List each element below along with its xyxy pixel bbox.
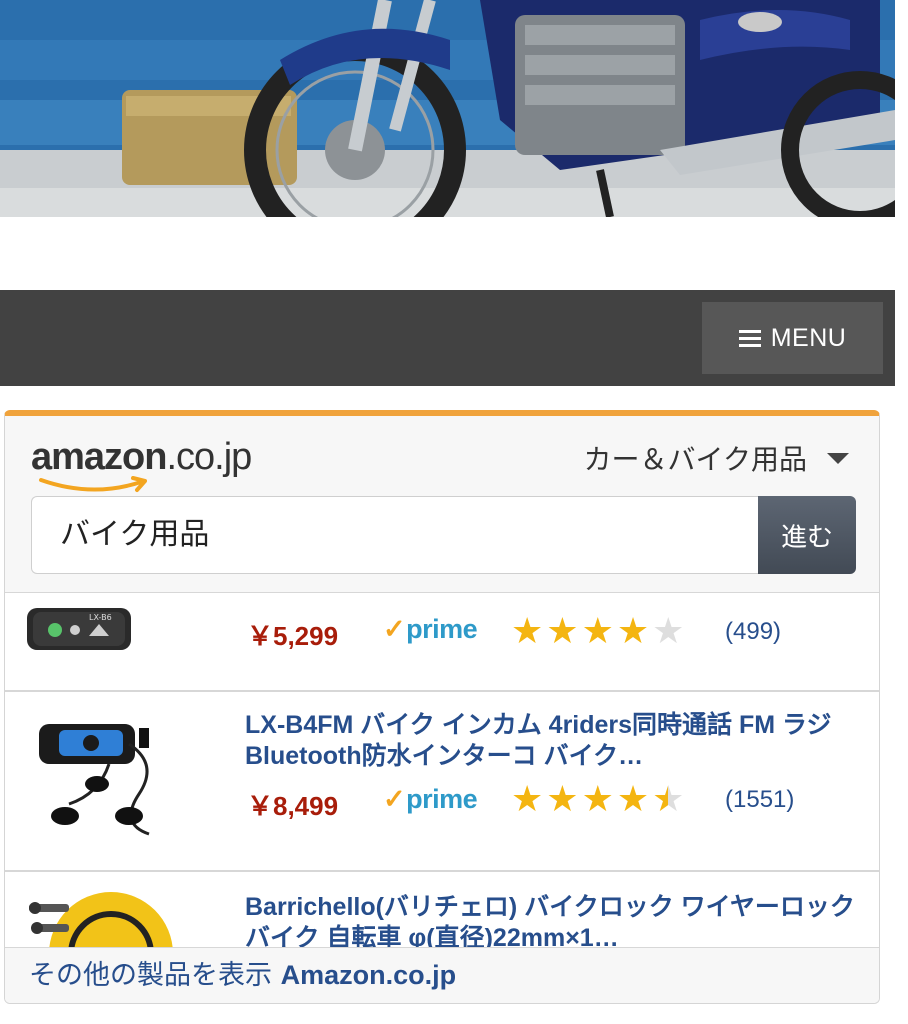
item-price: ￥5,299 — [247, 621, 339, 651]
search-input[interactable]: バイク用品 — [31, 496, 759, 574]
menu-label: MENU — [770, 323, 847, 352]
bluetooth-intercom-headset-icon — [39, 724, 150, 836]
list-item[interactable]: Barrichello(バリチェロ) バイクロック ワイヤーロック バイク 自転… — [5, 872, 879, 952]
prime-badge: ✓prime — [383, 614, 478, 644]
go-button[interactable]: 進む — [758, 496, 856, 574]
menu-button[interactable]: MENU — [702, 302, 883, 374]
hero-motorcycle-image — [0, 0, 895, 217]
review-count[interactable]: (499) — [725, 618, 781, 646]
svg-text:LX-B6: LX-B6 — [89, 613, 112, 622]
item-price: ￥8,499 — [247, 791, 339, 821]
rating-stars: ★ ★ ★ ★ ★ — [511, 611, 685, 652]
amazon-smile-icon — [39, 476, 147, 492]
amazon-widget: amazon.co.jp カー＆バイク用品 バイク用品 進む LX-B6 ￥5,… — [4, 410, 880, 1004]
caret-down-icon — [827, 452, 849, 464]
item-title[interactable]: Barrichello(バリチェロ) バイクロック ワイヤーロック バイク 自転… — [245, 892, 855, 952]
hamburger-icon — [738, 329, 761, 347]
wire-lock-icon — [29, 892, 173, 952]
review-count[interactable]: (1551) — [725, 786, 794, 814]
results-list: LX-B6 ￥5,299 ✓prime ★★★★★ (499) LX-B — [5, 592, 879, 952]
category-label: カー＆バイク用品 — [583, 443, 807, 476]
category-dropdown[interactable]: カー＆バイク用品 — [584, 438, 849, 478]
list-item[interactable]: LX-B6 ￥5,299 ✓prime ★ ★ ★ ★ ★ (499) — [5, 592, 879, 692]
amazon-logo: amazon.co.jp — [31, 436, 252, 492]
rating-stars: ★ ★ ★ ★ ★ — [511, 779, 685, 820]
widget-header: amazon.co.jp カー＆バイク用品 バイク用品 進む — [5, 416, 879, 593]
prime-badge: ✓prime — [383, 784, 478, 814]
footer-link[interactable]: その他の製品を表示 Amazon.co.jp — [5, 947, 879, 1003]
item-title[interactable]: LX-B4FM バイク インカム 4riders同時通話 FM ラジ Bluet… — [245, 710, 855, 772]
list-item[interactable]: LX-B4FM バイク インカム 4riders同時通話 FM ラジ Bluet… — [5, 692, 879, 872]
